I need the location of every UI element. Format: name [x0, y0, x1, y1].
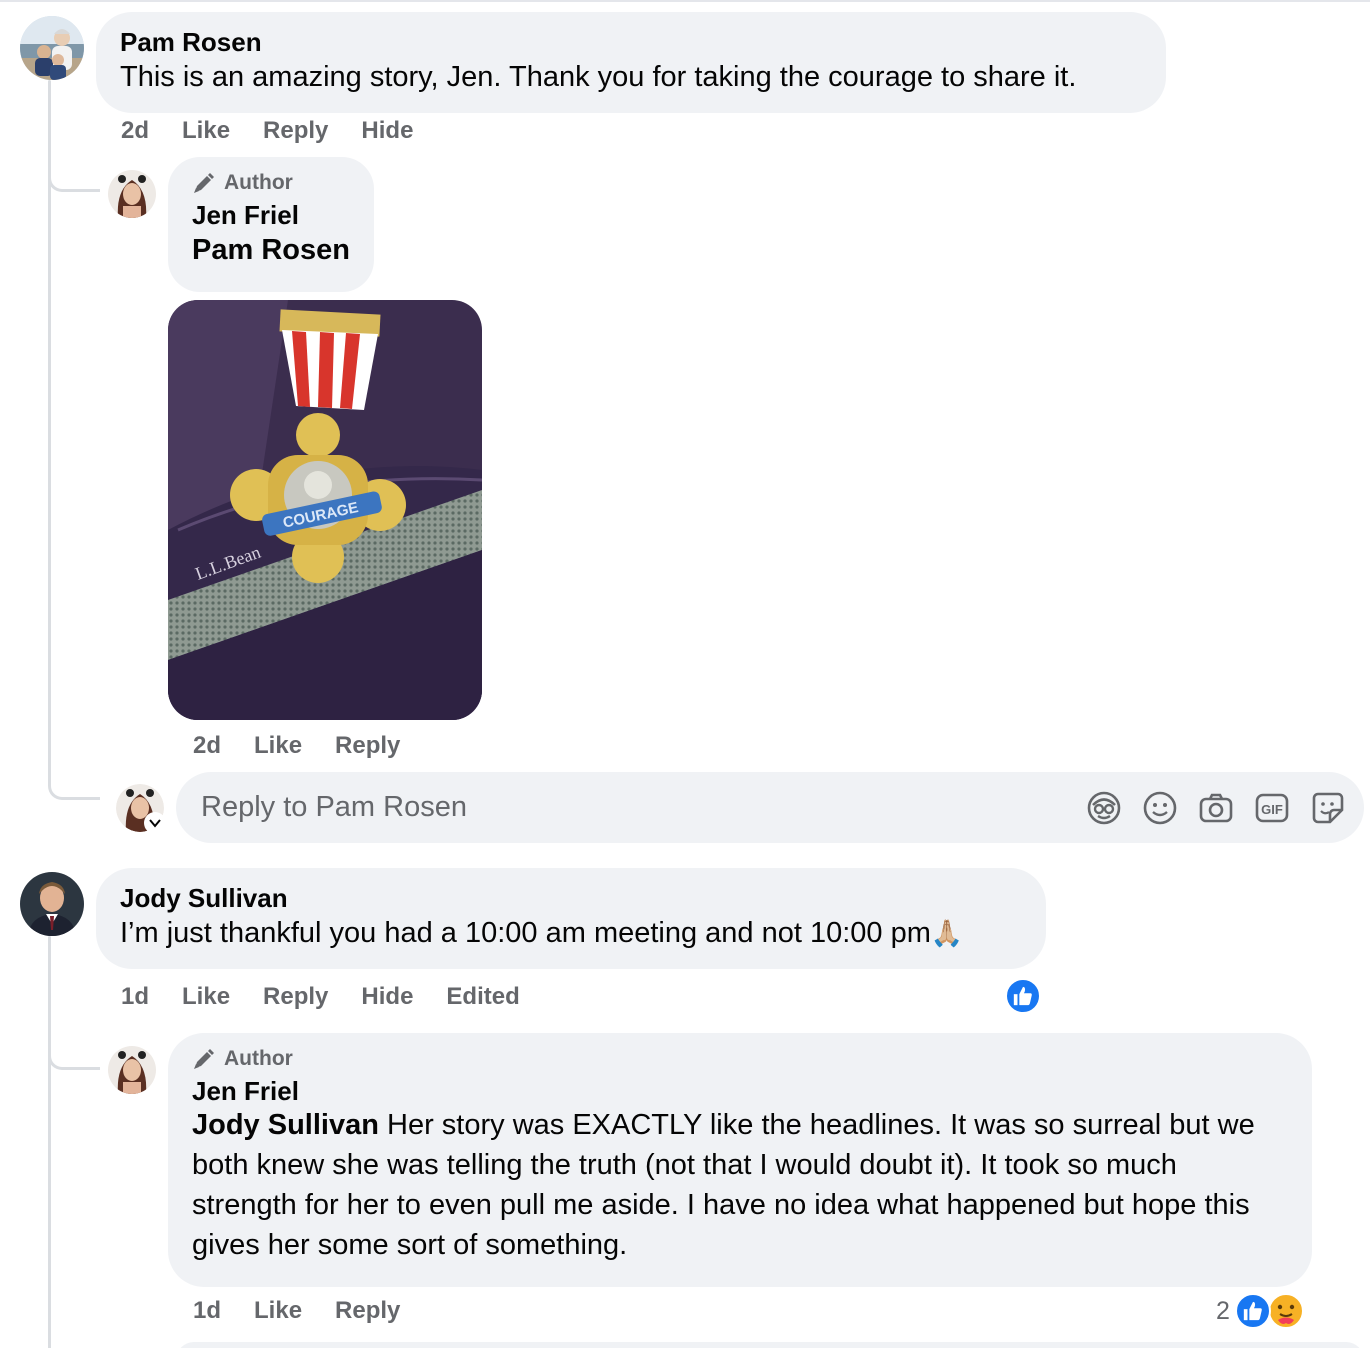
reply-author[interactable]: Jen Friel: [192, 1075, 1288, 1107]
reply-text: Jody Sullivan Her story was EXACTLY like…: [192, 1105, 1288, 1265]
hide-button[interactable]: Hide: [361, 983, 413, 1011]
avatar-sticker-icon[interactable]: [1086, 790, 1122, 826]
camera-icon[interactable]: [1198, 790, 1234, 826]
pen-icon: [194, 173, 214, 193]
emoji-icon[interactable]: [1142, 790, 1178, 826]
reply-input[interactable]: [201, 772, 1061, 843]
reaction-count[interactable]: 2: [1216, 1297, 1230, 1326]
like-reaction-icon[interactable]: [1235, 1293, 1271, 1329]
reply-button[interactable]: Reply: [335, 1297, 400, 1325]
comment-bubble: Jody Sullivan I’m just thankful you had …: [96, 868, 1046, 969]
author-badge: Author: [192, 1047, 1288, 1071]
like-button[interactable]: Like: [182, 983, 230, 1011]
thread-connector: [48, 150, 100, 192]
reply-bubble: Author Jen Friel Jody Sullivan Her story…: [168, 1033, 1312, 1287]
reply-actions: 2d Like Reply: [193, 732, 400, 760]
gif-icon[interactable]: GIF: [1254, 790, 1290, 826]
avatar-jen-friel[interactable]: [108, 1046, 156, 1094]
thread-line: [48, 936, 51, 1348]
reply-button[interactable]: Reply: [263, 983, 328, 1011]
pen-icon: [194, 1049, 214, 1069]
like-reaction-icon[interactable]: [1005, 978, 1041, 1014]
author-badge-label: Author: [224, 1047, 293, 1070]
avatar-jody-sullivan[interactable]: [20, 872, 84, 936]
reply-author[interactable]: Jen Friel: [192, 199, 350, 231]
reply-bubble: Author Jen Friel Pam Rosen: [168, 157, 374, 292]
comment-text: I’m just thankful you had a 10:00 am mee…: [120, 913, 1022, 953]
reply-mention[interactable]: Pam Rosen: [192, 231, 350, 269]
like-button[interactable]: Like: [182, 117, 230, 145]
composer-avatar[interactable]: [116, 784, 166, 834]
sticker-icon[interactable]: [1310, 790, 1346, 826]
comment-author[interactable]: Jody Sullivan: [120, 882, 1022, 914]
reply-composer: GIF: [176, 772, 1364, 843]
author-badge-label: Author: [224, 171, 293, 194]
timestamp[interactable]: 1d: [193, 1297, 221, 1325]
like-button[interactable]: Like: [254, 1297, 302, 1325]
next-composer-edge: [176, 1342, 1364, 1348]
reply-actions: 1d Like Reply: [193, 1297, 400, 1325]
thread-connector: [48, 1030, 100, 1070]
reply-button[interactable]: Reply: [263, 117, 328, 145]
timestamp[interactable]: 1d: [121, 983, 149, 1011]
thread-connector: [48, 760, 100, 800]
svg-text:GIF: GIF: [1261, 802, 1283, 817]
comment-author[interactable]: Pam Rosen: [120, 26, 1142, 58]
edited-label[interactable]: Edited: [446, 983, 519, 1011]
reply-mention[interactable]: Jody Sullivan: [192, 1109, 379, 1141]
comment-actions: 2d Like Reply Hide: [121, 117, 413, 145]
comment-text-body: I’m just thankful you had a 10:00 am mee…: [120, 917, 931, 949]
avatar-jen-friel[interactable]: [108, 170, 156, 218]
comment-bubble: Pam Rosen This is an amazing story, Jen.…: [96, 12, 1166, 113]
top-divider: [0, 0, 1370, 2]
reply-button[interactable]: Reply: [335, 732, 400, 760]
hide-button[interactable]: Hide: [361, 117, 413, 145]
attached-photo[interactable]: L.L.Bean COURAGE: [168, 300, 482, 720]
care-reaction-icon[interactable]: [1268, 1293, 1304, 1329]
folded-hands-emoji: 🙏🏼: [930, 918, 964, 948]
author-badge: Author: [192, 171, 350, 195]
comment-actions: 1d Like Reply Hide Edited: [121, 983, 520, 1011]
comment-text: This is an amazing story, Jen. Thank you…: [120, 61, 1077, 93]
like-button[interactable]: Like: [254, 732, 302, 760]
timestamp[interactable]: 2d: [121, 117, 149, 145]
timestamp[interactable]: 2d: [193, 732, 221, 760]
avatar-pam-rosen[interactable]: [20, 16, 84, 80]
chevron-down-icon[interactable]: [144, 812, 166, 834]
